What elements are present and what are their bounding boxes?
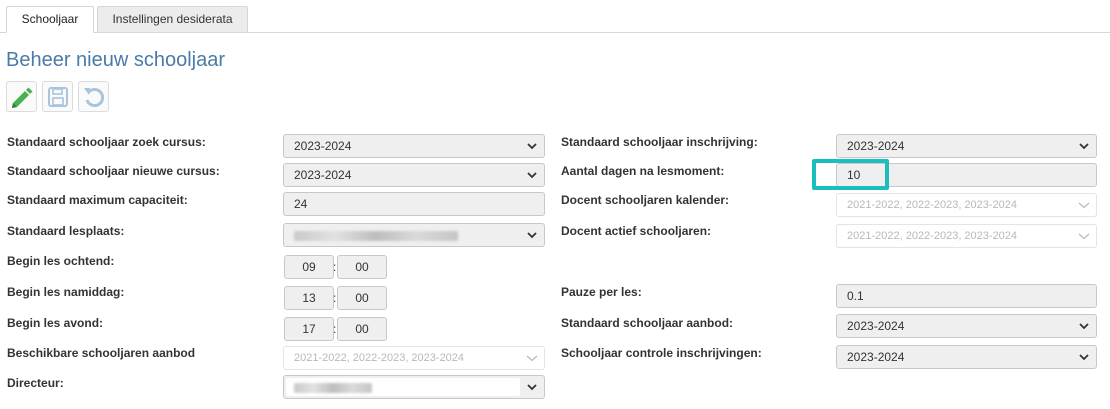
select-value: 2021-2022, 2022-2023, 2023-2024 xyxy=(294,352,465,364)
select-value: 2023-2024 xyxy=(847,350,905,364)
label-lesplaats: Standaard lesplaats: xyxy=(7,224,125,238)
select-value: 2023-2024 xyxy=(847,139,905,153)
undo-button[interactable] xyxy=(78,81,109,112)
input-ochtend-hour[interactable]: 09 xyxy=(284,255,334,279)
tab-schooljaar[interactable]: Schooljaar xyxy=(6,6,94,33)
multiselect-docent-actief: 2021-2022, 2022-2023, 2023-2024 xyxy=(836,224,1097,248)
chevron-down-icon xyxy=(527,172,537,179)
redacted-value xyxy=(294,382,372,393)
input-value: 24 xyxy=(294,197,308,211)
redacted-value xyxy=(294,230,458,241)
label-aantal-dagen: Aantal dagen na lesmoment: xyxy=(561,164,725,178)
save-button[interactable] xyxy=(42,81,73,112)
select-value: 2023-2024 xyxy=(294,139,352,153)
label-pauze: Pauze per les: xyxy=(561,285,642,299)
edit-button[interactable] xyxy=(6,81,37,112)
input-value: 0.1 xyxy=(847,289,864,303)
chevron-down-icon xyxy=(527,384,537,391)
undo-icon xyxy=(83,87,104,107)
label-zoek-cursus: Standaard schooljaar zoek cursus: xyxy=(7,135,206,149)
time-separator: : xyxy=(333,291,337,305)
label-docent-actief: Docent actief schooljaren: xyxy=(561,224,712,238)
select-directeur[interactable] xyxy=(283,375,545,399)
input-namiddag-hour[interactable]: 13 xyxy=(284,286,334,310)
time-separator: : xyxy=(333,260,337,274)
select-value: 2021-2022, 2022-2023, 2023-2024 xyxy=(847,230,1018,242)
label-nieuwe-cursus: Standaard schooljaar nieuwe cursus: xyxy=(7,164,220,178)
label-namiddag: Begin les namiddag: xyxy=(7,285,125,299)
chevron-down-icon xyxy=(1079,323,1089,330)
time-separator: : xyxy=(333,322,337,336)
select-inschrijving[interactable]: 2023-2024 xyxy=(836,134,1097,158)
input-avond-minute[interactable]: 00 xyxy=(337,317,387,341)
select-value: 2021-2022, 2022-2023, 2023-2024 xyxy=(847,199,1018,211)
label-ochtend: Begin les ochtend: xyxy=(7,254,115,268)
input-namiddag-minute[interactable]: 00 xyxy=(337,286,387,310)
label-inschrijving: Standaard schooljaar inschrijving: xyxy=(561,135,758,149)
select-controle[interactable]: 2023-2024 xyxy=(836,345,1097,369)
label-max-capaciteit: Standaard maximum capaciteit: xyxy=(7,193,188,207)
label-beschikbare: Beschikbare schooljaren aanbod xyxy=(7,346,196,360)
focus-highlight xyxy=(812,159,889,190)
select-zoek-cursus[interactable]: 2023-2024 xyxy=(283,134,545,158)
label-directeur: Directeur: xyxy=(7,376,64,390)
label-docent-kalender: Docent schooljaren kalender: xyxy=(561,193,730,207)
chevron-down-icon xyxy=(1078,233,1090,240)
chevron-down-icon xyxy=(1078,202,1090,209)
chevron-down-icon xyxy=(1079,354,1089,361)
tab-bar: Schooljaar Instellingen desiderata xyxy=(0,6,1110,33)
select-aanbod[interactable]: 2023-2024 xyxy=(836,314,1097,338)
input-avond-hour[interactable]: 17 xyxy=(284,317,334,341)
multiselect-docent-kalender: 2021-2022, 2022-2023, 2023-2024 xyxy=(836,193,1097,217)
page-title: Beheer nieuw schooljaar xyxy=(6,49,226,71)
chevron-down-icon xyxy=(1079,143,1089,150)
tab-instellingen-desiderata[interactable]: Instellingen desiderata xyxy=(97,6,248,33)
label-avond: Begin les avond: xyxy=(7,316,104,330)
select-value: 2023-2024 xyxy=(847,319,905,333)
label-controle: Schooljaar controle inschrijvingen: xyxy=(561,346,762,360)
input-pauze[interactable]: 0.1 xyxy=(836,284,1097,308)
multiselect-beschikbare: 2021-2022, 2022-2023, 2023-2024 xyxy=(283,346,545,370)
floppy-disk-icon xyxy=(47,86,68,107)
chevron-down-icon xyxy=(527,232,537,239)
chevron-down-icon xyxy=(526,355,538,362)
chevron-down-icon xyxy=(527,143,537,150)
select-lesplaats[interactable] xyxy=(283,223,545,247)
input-max-capaciteit[interactable]: 24 xyxy=(283,192,545,216)
select-value: 2023-2024 xyxy=(294,168,352,182)
label-aanbod: Standaard schooljaar aanbod: xyxy=(561,316,734,330)
input-ochtend-minute[interactable]: 00 xyxy=(337,255,387,279)
select-nieuwe-cursus[interactable]: 2023-2024 xyxy=(283,163,545,187)
pencil-icon xyxy=(11,87,32,108)
